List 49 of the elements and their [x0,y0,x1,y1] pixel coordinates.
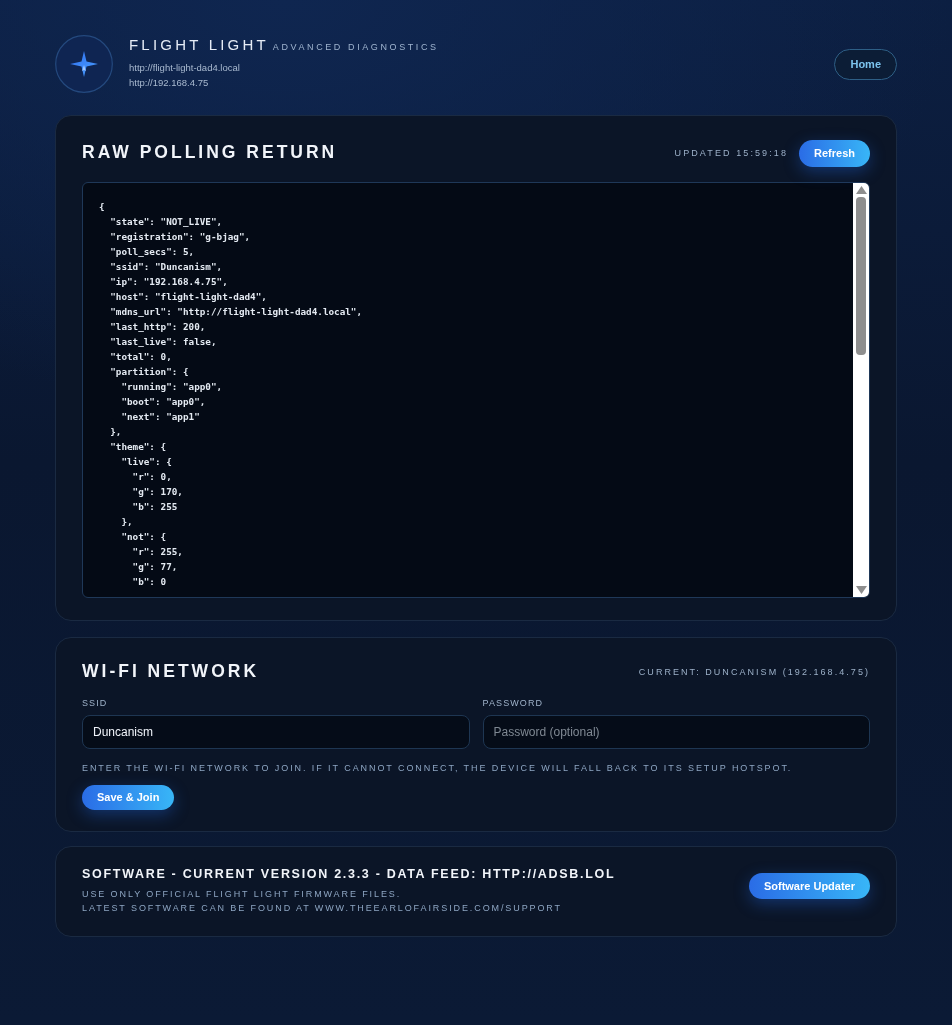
json-line: "b": 0 [131,575,167,589]
json-line: { [99,200,105,214]
input-field[interactable]: Password (optional) [482,715,870,749]
scrollbar-thumb[interactable] [856,197,866,355]
software-updater-button[interactable]: Software Updater [748,873,870,900]
json-line: "mdns_url": "http://flight-light-dad4.local", [109,305,363,319]
json-line: "live": { [120,455,172,469]
note-text: USE ONLY OFFICIAL FLIGHT LIGHT FIRMWARE FILES. [82,887,402,901]
json-line: "g": 170, [131,485,183,499]
scrollbar-track[interactable] [853,183,869,597]
help-text: ENTER THE WI-FI NETWORK TO JOIN. IF IT CANNOT CONNECT, THE DEVICE WILL FALL BACK TO ITS SETUP HOTSPOT. [82,764,794,773]
json-line: "b": 255 [131,500,178,514]
json-line: }, [120,515,133,529]
json-line: "last_live": false, [109,335,217,349]
scroll-down-icon[interactable] [855,586,867,594]
panel-title: RAW POLLING RETURN [82,144,338,162]
home-button[interactable]: Home [834,48,897,80]
app-title: FLIGHT LIGHT [129,36,269,52]
json-line: "registration": "g-bjag", [109,230,251,244]
scroll-up-icon[interactable] [855,186,867,194]
json-line: "host": "flight-light-dad4", [109,290,267,304]
field-label: SSID [82,699,108,708]
json-line: "partition": { [109,365,189,379]
device-url[interactable]: http://flight-light-dad4.local [129,59,240,75]
updated-time: UPDATED 15:59:18 [674,148,789,158]
json-line: "state": "NOT_LIVE", [109,215,223,229]
panel-title: SOFTWARE - CURRENT VERSION 2.3.3 - DATA FEED: HTTP://ADSB.LOL [82,868,616,881]
json-line: "next": "app1" [120,410,200,424]
field-label: PASSWORD [482,699,544,708]
json-line: "r": 255, [131,545,183,559]
star-logo-icon [55,35,113,93]
input-field[interactable]: Duncanism [82,715,470,749]
json-line: "ssid": "Duncanism", [109,260,223,274]
json-line: }, [109,425,122,439]
json-line: "theme": { [109,440,167,454]
device-url[interactable]: http://192.168.4.75 [129,74,209,90]
note-text: LATEST SOFTWARE CAN BE FOUND AT WWW.THEEARLOFAIRSIDE.COM/SUPPORT [82,901,562,915]
json-line: "running": "app0", [120,380,223,394]
current-network: CURRENT: DUNCANISM (192.168.4.75) [638,667,870,677]
json-line: "r": 0, [131,470,172,484]
json-line: "boot": "app0", [120,395,206,409]
json-line: "not": { [120,530,167,544]
json-line: "last_http": 200, [109,320,206,334]
app-subtitle: ADVANCED DIAGNOSTICS [272,42,439,52]
json-line: "ip": "192.168.4.75", [109,275,228,289]
panel-title: WI-FI NETWORK [82,663,260,681]
json-line: "g": 77, [131,560,178,574]
json-line: "poll_secs": 5, [109,245,195,259]
json-line: "total": 0, [109,350,172,364]
